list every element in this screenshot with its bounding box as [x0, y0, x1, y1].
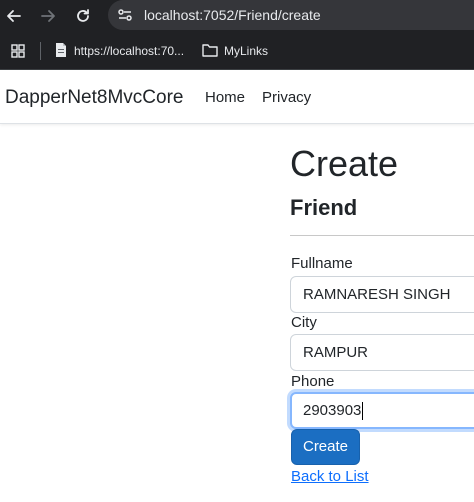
- create-button[interactable]: Create: [291, 429, 360, 465]
- forward-arrow-icon[interactable]: [38, 6, 58, 26]
- fullname-label: Fullname: [291, 255, 353, 272]
- bookmark-localhost[interactable]: https://localhost:70...: [54, 40, 184, 62]
- bookmark-mylinks[interactable]: MyLinks: [202, 40, 268, 62]
- url-text[interactable]: localhost:7052/Friend/create: [144, 6, 321, 24]
- bookmarks-divider: [40, 42, 41, 60]
- page-icon: [54, 42, 68, 61]
- nav-link-privacy[interactable]: Privacy: [262, 88, 311, 108]
- site-brand[interactable]: DapperNet8MvcCore: [5, 86, 183, 110]
- apps-grid-icon[interactable]: [11, 44, 25, 58]
- back-arrow-icon[interactable]: [4, 6, 24, 26]
- site-settings-icon[interactable]: [116, 6, 134, 24]
- reload-icon[interactable]: [73, 6, 93, 26]
- divider: [290, 235, 474, 236]
- bookmarks-bar: https://localhost:70... MyLinks: [0, 32, 474, 70]
- fullname-input[interactable]: RAMNARESH SINGH: [290, 276, 474, 313]
- address-bar[interactable]: localhost:7052/Friend/create: [108, 0, 474, 30]
- phone-value: 2903903: [303, 402, 362, 419]
- text-caret: [362, 402, 364, 421]
- city-value: RAMPUR: [303, 344, 369, 361]
- back-to-list-link[interactable]: Back to List: [291, 468, 369, 486]
- page-title: Create: [290, 143, 399, 184]
- fullname-value: RAMNARESH SINGH: [303, 286, 451, 303]
- nav-link-home[interactable]: Home: [205, 88, 245, 108]
- bookmark-label: https://localhost:70...: [74, 44, 185, 58]
- phone-input[interactable]: 2903903: [290, 392, 474, 429]
- folder-icon: [202, 43, 218, 60]
- site-navbar: DapperNet8MvcCore Home Privacy: [0, 70, 474, 124]
- bookmark-label: MyLinks: [224, 44, 269, 58]
- page-subtitle: Friend: [290, 195, 358, 220]
- city-label: City: [291, 314, 317, 331]
- phone-label: Phone: [291, 373, 335, 390]
- city-input[interactable]: RAMPUR: [290, 334, 474, 371]
- browser-toolbar: localhost:7052/Friend/create: [0, 0, 474, 32]
